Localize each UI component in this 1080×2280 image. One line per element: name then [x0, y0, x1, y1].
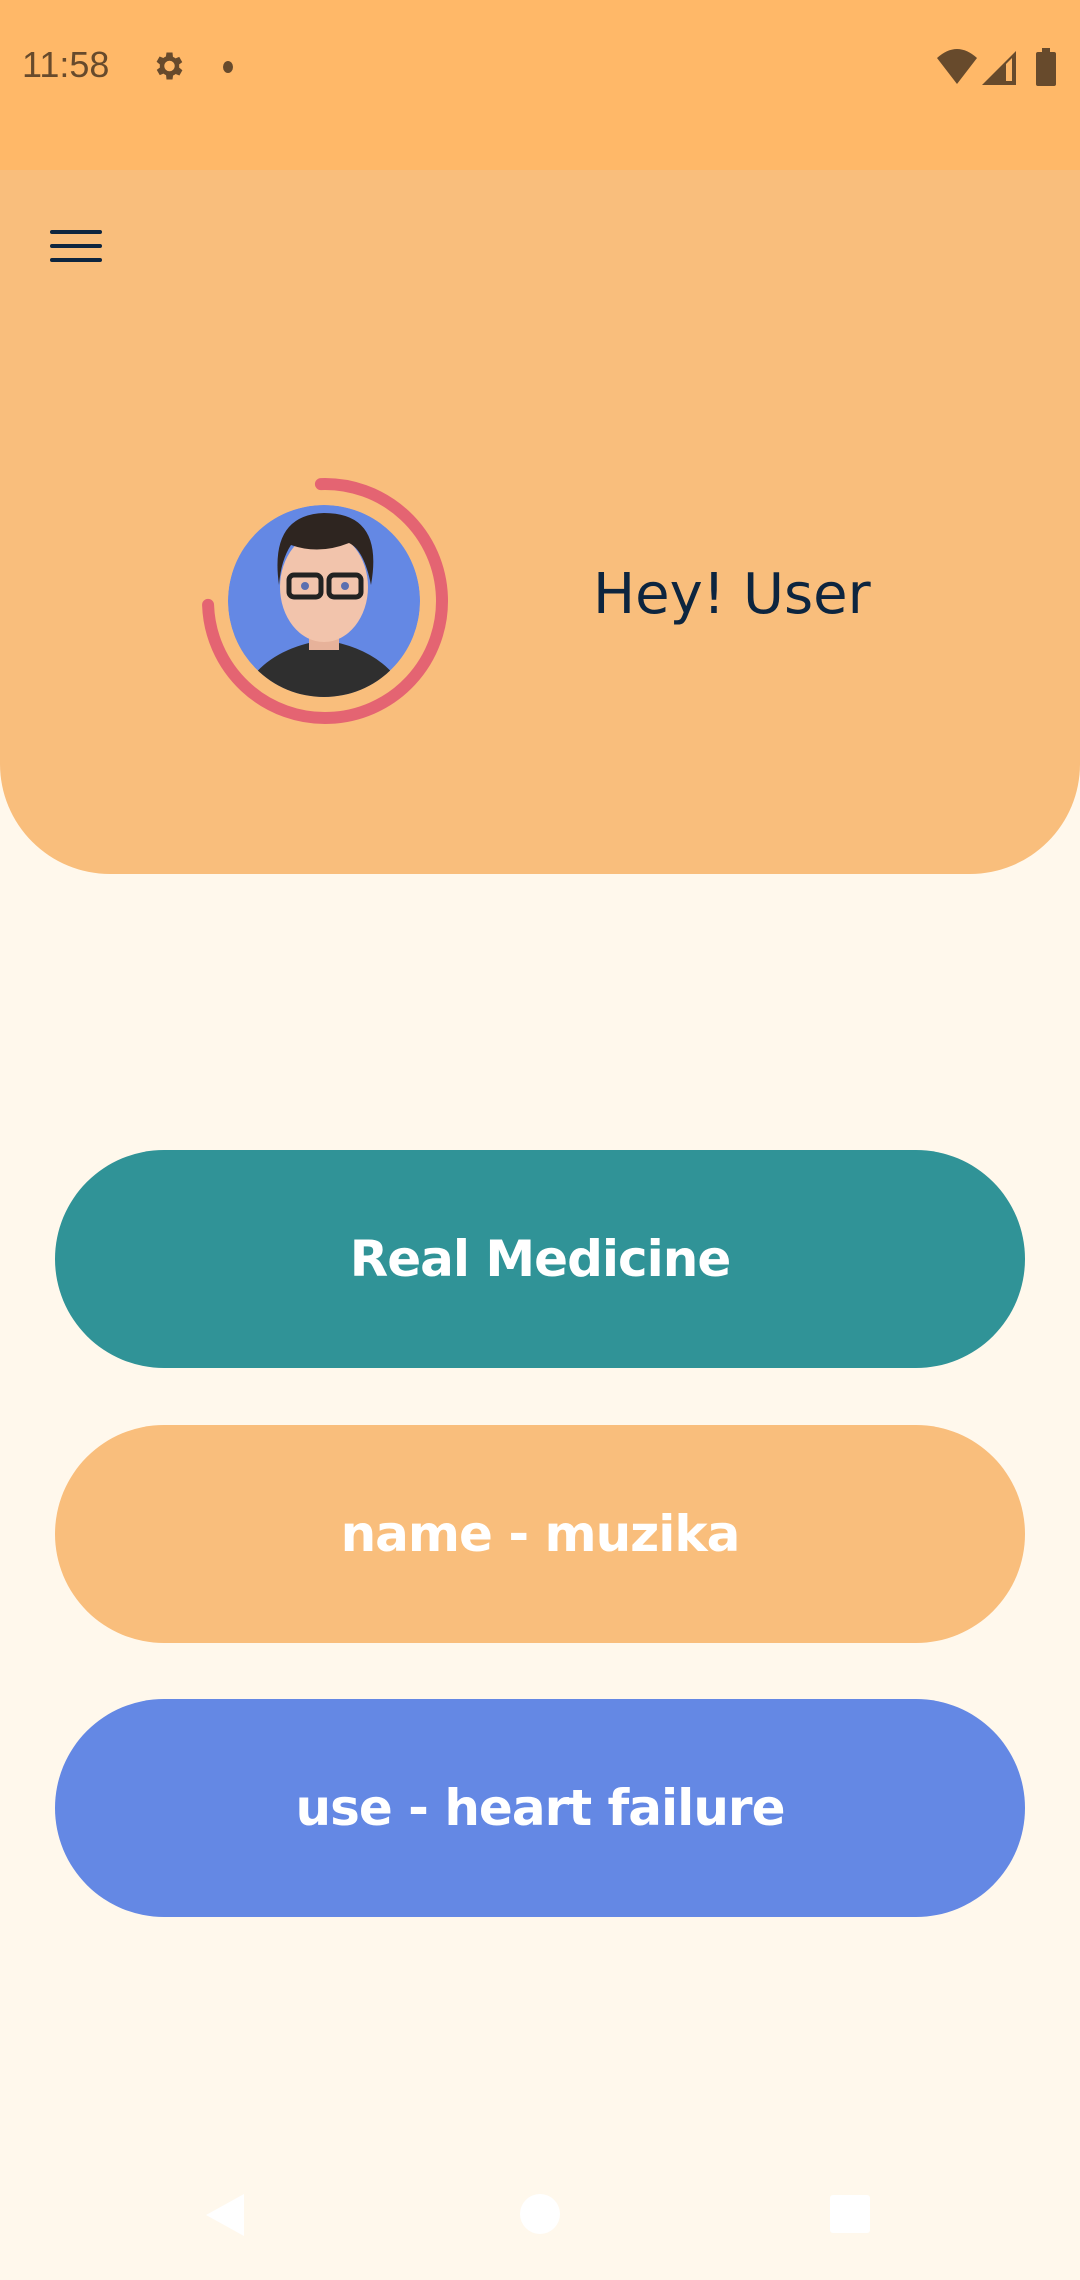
- wifi-icon: [937, 49, 977, 84]
- hamburger-menu-icon[interactable]: [50, 230, 102, 268]
- medicine-name-button[interactable]: name - muzika: [55, 1425, 1025, 1643]
- back-icon[interactable]: [204, 2192, 246, 2238]
- recents-icon[interactable]: [829, 2194, 871, 2234]
- header: Hey! User: [0, 170, 1080, 874]
- avatar-image: [228, 505, 420, 697]
- battery-icon: [1036, 48, 1056, 86]
- home-icon[interactable]: [519, 2193, 561, 2235]
- navigation-bar: [0, 2150, 1080, 2280]
- status-time: 11:58: [22, 44, 110, 85]
- medicine-use-button[interactable]: use - heart failure: [55, 1699, 1025, 1917]
- avatar[interactable]: [199, 475, 451, 727]
- gear-icon: [156, 52, 183, 80]
- real-medicine-button[interactable]: Real Medicine: [55, 1150, 1025, 1368]
- greeting-text: Hey! User: [593, 562, 871, 627]
- status-bar: 11:58: [0, 0, 1080, 170]
- signal-icon: [982, 51, 1016, 85]
- dot-icon: [223, 61, 233, 73]
